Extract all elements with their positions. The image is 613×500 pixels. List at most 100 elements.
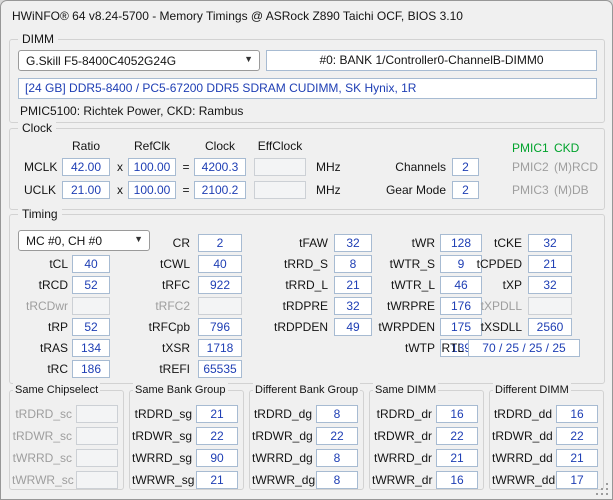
uclk-eq-sign: = bbox=[182, 183, 190, 197]
mclk-refclk-value: 100.00 bbox=[128, 158, 176, 176]
dimm-slot-field: #0: BANK 1/Controller0-ChannelB-DIMM0 bbox=[266, 50, 597, 71]
gear-mode-label: Gear Mode bbox=[385, 183, 446, 197]
chevron-down-icon: ▼ bbox=[244, 54, 253, 64]
label-tREFI: tREFI bbox=[159, 362, 190, 376]
pmic2-label: PMIC2 bbox=[512, 160, 549, 174]
label-tWRRD_dg: tWRRD_dg bbox=[252, 451, 313, 465]
label-tRDWR_dr: tRDWR_dr bbox=[373, 429, 432, 443]
value-tWRRD_sc bbox=[76, 449, 118, 467]
value-CR: 2 bbox=[198, 234, 242, 252]
channels-value: 2 bbox=[452, 158, 479, 176]
label-tRAS: tRAS bbox=[39, 341, 68, 355]
label-tRDWR_dd: tRDWR_dd bbox=[492, 429, 553, 443]
label-tXSR: tXSR bbox=[161, 341, 190, 355]
label-RTL: RTL bbox=[441, 341, 464, 355]
uclk-mul-sign: x bbox=[117, 183, 123, 197]
uclk-refclk-value: 100.00 bbox=[128, 181, 176, 199]
title-bar[interactable]: HWiNFO® 64 v8.24-5700 - Memory Timings @… bbox=[1, 1, 612, 31]
label-tWRWR_dd: tWRWR_dd bbox=[492, 473, 556, 487]
header-clock: Clock bbox=[204, 139, 235, 153]
same-dimm-group: Same DIMM tRDRD_dr 16 tRDWR_dr 22 tWRRD_… bbox=[369, 383, 484, 490]
same-bank-group-label: Same Bank Group bbox=[133, 383, 228, 397]
value-tRDWR_sg: 22 bbox=[196, 427, 238, 445]
label-tRFC: tRFC bbox=[162, 278, 190, 292]
label-tWTP: tWTP bbox=[405, 341, 435, 355]
label-tXPDLL: tXPDLL bbox=[480, 299, 522, 313]
label-tWTR_S: tWTR_S bbox=[389, 257, 435, 271]
label-tRP: tRP bbox=[47, 320, 68, 334]
label-tRDPDEN: tRDPDEN bbox=[273, 320, 328, 334]
value-tXPDLL bbox=[528, 297, 572, 315]
label-tWRWR_dr: tWRWR_dr bbox=[372, 473, 433, 487]
resize-grip[interactable] bbox=[596, 483, 609, 496]
value-tRCD: 52 bbox=[72, 276, 110, 294]
pmic3-label: PMIC3 bbox=[512, 183, 549, 197]
label-tRDRD_sg: tRDRD_sg bbox=[134, 407, 192, 421]
different-bank-group-label: Different Bank Group bbox=[253, 383, 361, 397]
value-tRAS: 134 bbox=[72, 339, 110, 357]
label-tWTR_L: tWTR_L bbox=[390, 278, 435, 292]
dimm-description-field: [24 GB] DDR5-8400 / PC5-67200 DDR5 SDRAM… bbox=[18, 78, 597, 99]
label-tWRRD_sc: tWRRD_sc bbox=[12, 451, 72, 465]
label-CR: CR bbox=[172, 236, 190, 250]
mclk-effclock-value bbox=[254, 158, 306, 176]
value-tXP: 32 bbox=[528, 276, 572, 294]
pmic1-value: CKD bbox=[554, 141, 580, 155]
label-tWRWR_sg: tWRWR_sg bbox=[132, 473, 195, 487]
dimm-group: DIMM G.Skill F5-8400C4052G24G ▼ #0: BANK… bbox=[9, 32, 605, 123]
label-tXP: tXP bbox=[502, 278, 522, 292]
timing-group: Timing MC #0, CH #0 ▼ tCL 40 tRCD 52 tRC… bbox=[9, 207, 605, 384]
value-tRC: 186 bbox=[72, 360, 110, 378]
timing-group-label: Timing bbox=[18, 207, 62, 221]
uclk-ratio-value: 21.00 bbox=[62, 181, 110, 199]
value-tRFCpb: 796 bbox=[198, 318, 242, 336]
label-tCPDED: tCPDED bbox=[476, 257, 522, 271]
mclk-clock-value: 4200.3 bbox=[194, 158, 246, 176]
window-title: HWiNFO® 64 v8.24-5700 - Memory Timings @… bbox=[12, 9, 463, 23]
value-tCPDED: 21 bbox=[528, 255, 572, 273]
value-tRCDwr bbox=[72, 297, 110, 315]
uclk-effclock-value bbox=[254, 181, 306, 199]
value-tCWL: 40 bbox=[198, 255, 242, 273]
label-tRC: tRC bbox=[47, 362, 68, 376]
value-tWRWR_dg: 8 bbox=[316, 471, 358, 489]
value-tWRRD_sg: 90 bbox=[196, 449, 238, 467]
value-tRDRD_sg: 21 bbox=[196, 405, 238, 423]
same-chipselect-group-label: Same Chipselect bbox=[13, 383, 101, 397]
value-tRDWR_dd: 22 bbox=[556, 427, 598, 445]
value-tRFC2 bbox=[198, 297, 242, 315]
label-tRDPRE: tRDPRE bbox=[282, 299, 328, 313]
header-effclock: EffClock bbox=[257, 139, 303, 153]
label-tFAW: tFAW bbox=[299, 236, 328, 250]
value-tRDRD_dr: 16 bbox=[436, 405, 478, 423]
value-tXSR: 1718 bbox=[198, 339, 242, 357]
label-tRDWR_sc: tRDWR_sc bbox=[12, 429, 72, 443]
pmic3-value: (M)DB bbox=[554, 183, 589, 197]
value-tWRWR_sc bbox=[76, 471, 118, 489]
value-tRDWR_dr: 22 bbox=[436, 427, 478, 445]
pmic1-label: PMIC1 bbox=[512, 141, 549, 155]
label-tRDWR_sg: tRDWR_sg bbox=[132, 429, 193, 443]
label-tXSDLL: tXSDLL bbox=[480, 320, 522, 334]
label-tWR: tWR bbox=[411, 236, 435, 250]
mclk-label: MCLK bbox=[24, 160, 58, 174]
dimm-module-select-value: G.Skill F5-8400C4052G24G bbox=[26, 54, 177, 68]
label-tRDRD_sc: tRDRD_sc bbox=[15, 407, 72, 421]
header-refclk: RefClk bbox=[133, 139, 170, 153]
uclk-clock-value: 2100.2 bbox=[194, 181, 246, 199]
label-tWRWR_dg: tWRWR_dg bbox=[252, 473, 316, 487]
same-bank-group: Same Bank Group tRDRD_sg 21 tRDWR_sg 22 … bbox=[129, 383, 244, 490]
label-tCL: tCL bbox=[49, 257, 68, 271]
label-tWRRD_dr: tWRRD_dr bbox=[373, 451, 432, 465]
different-bank-group: Different Bank Group tRDRD_dg 8 tRDWR_dg… bbox=[249, 383, 364, 490]
dimm-module-select[interactable]: G.Skill F5-8400C4052G24G ▼ bbox=[18, 50, 260, 71]
label-tCKE: tCKE bbox=[493, 236, 522, 250]
value-tRFC: 922 bbox=[198, 276, 242, 294]
different-dimm-group: Different DIMM tRDRD_dd 16 tRDWR_dd 22 t… bbox=[489, 383, 604, 490]
pmic2-value: (M)RCD bbox=[554, 160, 598, 174]
channels-label: Channels bbox=[395, 160, 446, 174]
value-tWRRD_dr: 21 bbox=[436, 449, 478, 467]
value-tWRWR_sg: 21 bbox=[196, 471, 238, 489]
value-tWRRD_dg: 8 bbox=[316, 449, 358, 467]
label-tWRPDEN: tWRPDEN bbox=[378, 320, 435, 334]
